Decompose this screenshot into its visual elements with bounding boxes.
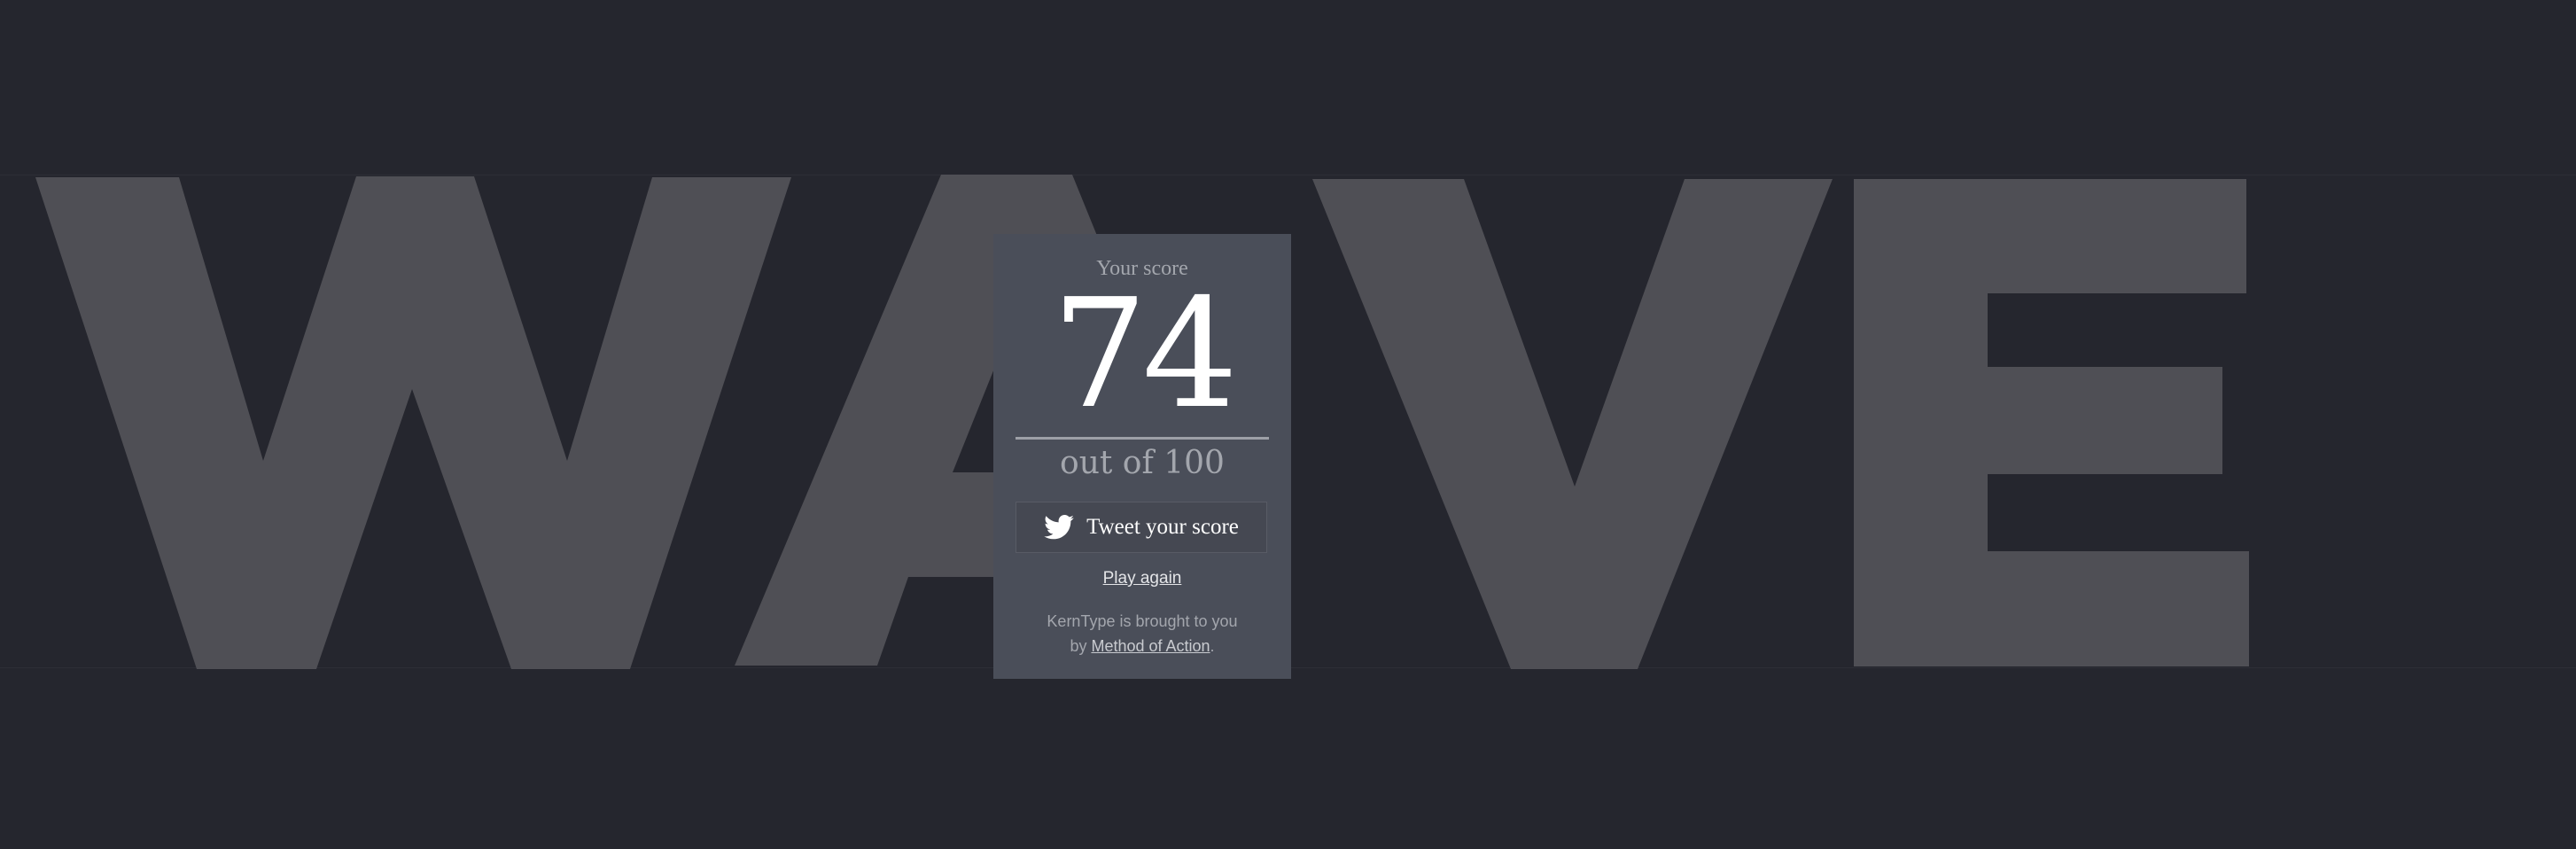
- letter-e[interactable]: [1854, 179, 2249, 666]
- letter-w[interactable]: [35, 176, 791, 669]
- letter-v[interactable]: [1312, 179, 1833, 669]
- score-total: out of 100: [1060, 445, 1225, 481]
- twitter-bird-icon: [1044, 515, 1074, 540]
- credit-line-1: KernType is brought to you: [1047, 612, 1238, 630]
- play-again-link[interactable]: Play again: [993, 569, 1291, 588]
- score-value: 74: [1051, 267, 1238, 442]
- method-of-action-link[interactable]: Method of Action: [1091, 637, 1210, 655]
- score-divider: [1016, 437, 1269, 440]
- tweet-score-button[interactable]: Tweet your score: [1016, 502, 1267, 553]
- credit-line-2-prefix: by: [1070, 637, 1092, 655]
- credit-suffix: .: [1210, 637, 1215, 655]
- credit-text: KernType is brought to you by Method of …: [993, 609, 1291, 658]
- tweet-score-label: Tweet your score: [1086, 515, 1239, 539]
- score-panel: Your score 74 out of 100 Tweet your scor…: [993, 234, 1291, 679]
